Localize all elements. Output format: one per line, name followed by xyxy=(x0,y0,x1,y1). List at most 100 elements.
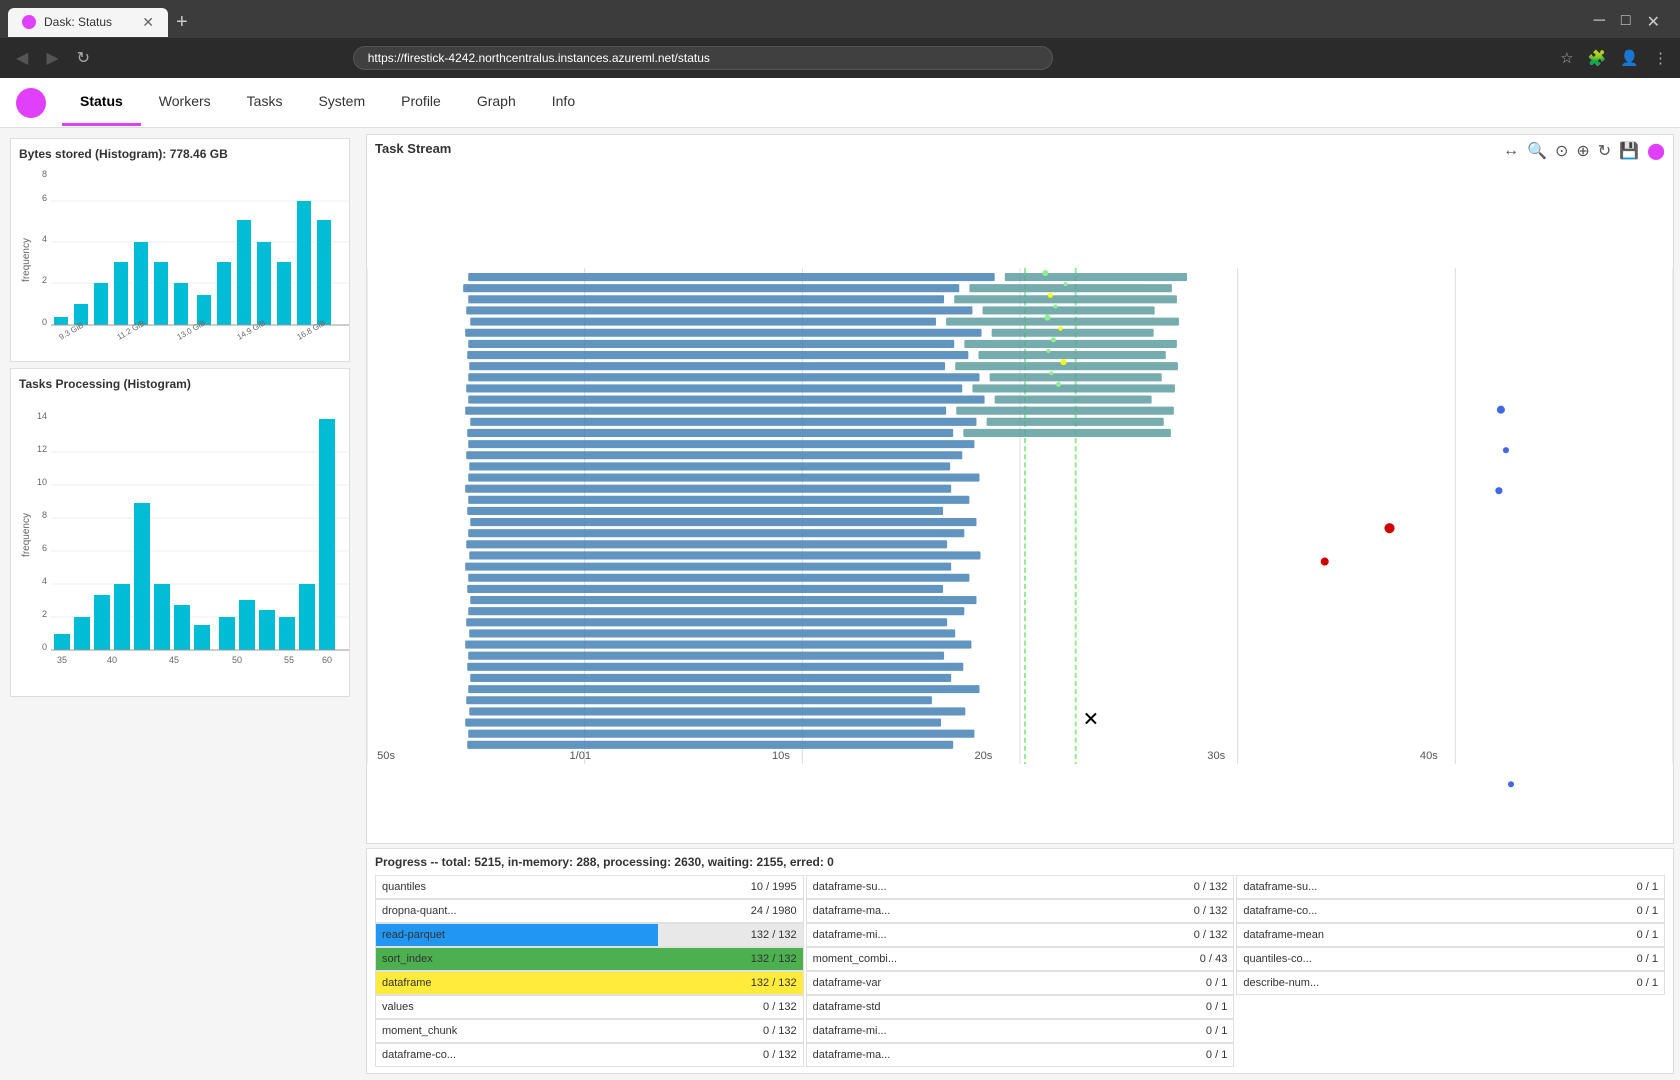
zoom-in-icon[interactable]: 🔍 xyxy=(1527,141,1547,161)
url-bar[interactable] xyxy=(353,46,1053,70)
progress-item: describe-num... 0 / 1 xyxy=(1236,971,1665,995)
left-panel: Bytes stored (Histogram): 778.46 GB freq… xyxy=(0,128,360,1080)
progress-item: dataframe 132 / 132 xyxy=(375,971,804,995)
nav-workers[interactable]: Workers xyxy=(141,79,229,126)
progress-item: dataframe-co... 0 / 132 xyxy=(375,1043,804,1067)
close-button[interactable]: ✕ xyxy=(1647,12,1660,32)
svg-text:4: 4 xyxy=(42,576,47,586)
progress-item: read-parquet 132 / 132 xyxy=(375,923,804,947)
svg-text:frequency: frequency xyxy=(21,513,32,557)
svg-text:30s: 30s xyxy=(1207,750,1225,762)
progress-item: dataframe-mean 0 / 1 xyxy=(1236,923,1665,947)
nav-system[interactable]: System xyxy=(300,79,383,126)
progress-col2: dataframe-su... 0 / 132 dataframe-ma... … xyxy=(806,875,1235,1067)
new-tab-button[interactable]: + xyxy=(176,12,188,32)
svg-text:35: 35 xyxy=(57,655,67,665)
refresh-button[interactable]: ↻ xyxy=(73,46,94,70)
tasks-histogram-title: Tasks Processing (Histogram) xyxy=(19,377,341,391)
maximize-button[interactable]: □ xyxy=(1621,12,1631,32)
svg-text:55: 55 xyxy=(284,655,294,665)
progress-item: moment_chunk 0 / 132 xyxy=(375,1019,804,1043)
svg-text:4: 4 xyxy=(42,234,47,244)
save-icon[interactable]: 💾 xyxy=(1619,141,1639,161)
minimize-button[interactable]: ─ xyxy=(1594,12,1605,32)
progress-item: sort_index 132 / 132 xyxy=(375,947,804,971)
nav-info[interactable]: Info xyxy=(534,79,593,126)
extensions-icon[interactable]: 🧩 xyxy=(1588,49,1607,67)
tab-bar: Dask: Status ✕ + ─ □ ✕ xyxy=(0,0,1680,38)
svg-text:10s: 10s xyxy=(772,750,790,762)
svg-text:0: 0 xyxy=(42,642,47,652)
right-panel: Task Stream ↔ 🔍 ⊙ ⊕ ↻ 💾 ⬤ xyxy=(360,128,1680,1080)
tasks-histogram-chart: frequency 0 2 4 6 8 10 12 14 xyxy=(19,395,359,685)
progress-grid: quantiles 10 / 1995 dropna-quant... 24 /… xyxy=(375,875,1665,1067)
forward-button[interactable]: ▶ xyxy=(42,46,62,70)
svg-text:45: 45 xyxy=(169,655,179,665)
svg-text:8: 8 xyxy=(42,510,47,520)
svg-text:50s: 50s xyxy=(377,750,395,762)
svg-text:2: 2 xyxy=(42,609,47,619)
star-icon[interactable]: ☆ xyxy=(1560,49,1573,67)
progress-col3: dataframe-su... 0 / 1 dataframe-co... 0 … xyxy=(1236,875,1665,1067)
task-stream-title: Task Stream xyxy=(367,135,1673,162)
tab-favicon xyxy=(22,15,36,29)
task-stream-container: Task Stream ↔ 🔍 ⊙ ⊕ ↻ 💾 ⬤ xyxy=(366,134,1674,844)
app-nav: Status Workers Tasks System Profile Grap… xyxy=(0,78,1680,128)
progress-item: dataframe-mi... 0 / 1 xyxy=(806,1019,1235,1043)
svg-text:10: 10 xyxy=(37,477,47,487)
nav-graph[interactable]: Graph xyxy=(459,79,534,126)
account-icon[interactable]: 👤 xyxy=(1620,49,1639,67)
task-stream-toolbar: ↔ 🔍 ⊙ ⊕ ↻ 💾 ⬤ xyxy=(1503,141,1665,161)
svg-text:40: 40 xyxy=(107,655,117,665)
svg-text:20s: 20s xyxy=(974,750,992,762)
svg-text:6: 6 xyxy=(42,193,47,203)
progress-item: quantiles-co... 0 / 1 xyxy=(1236,947,1665,971)
reset-icon[interactable]: ↔ xyxy=(1503,142,1519,160)
svg-text:2: 2 xyxy=(42,275,47,285)
svg-text:50: 50 xyxy=(232,655,242,665)
progress-section: Progress -- total: 5215, in-memory: 288,… xyxy=(366,848,1674,1074)
progress-item: dataframe-ma... 0 / 1 xyxy=(806,1043,1235,1067)
progress-item: dataframe-mi... 0 / 132 xyxy=(806,923,1235,947)
bytes-histogram-chart: frequency 0 2 4 6 8 xyxy=(19,165,359,350)
palette-icon[interactable]: ⬤ xyxy=(1647,141,1665,161)
bytes-histogram-title: Bytes stored (Histogram): 778.46 GB xyxy=(19,147,341,161)
tab-close-button[interactable]: ✕ xyxy=(142,14,154,31)
window-controls: ─ □ ✕ xyxy=(1594,12,1672,32)
nav-status[interactable]: Status xyxy=(62,79,141,126)
zoom-box-icon[interactable]: ⊕ xyxy=(1576,141,1589,161)
zoom-out-icon[interactable]: ⊙ xyxy=(1555,141,1568,161)
back-button[interactable]: ◀ xyxy=(12,46,32,70)
svg-text:8: 8 xyxy=(42,169,47,179)
progress-item: dataframe-co... 0 / 1 xyxy=(1236,899,1665,923)
refresh-icon[interactable]: ↻ xyxy=(1598,141,1611,161)
svg-text:40s: 40s xyxy=(1420,750,1438,762)
progress-item: moment_combi... 0 / 43 xyxy=(806,947,1235,971)
app-logo xyxy=(16,88,46,118)
active-tab[interactable]: Dask: Status ✕ xyxy=(8,8,168,37)
main-content: Bytes stored (Histogram): 778.46 GB freq… xyxy=(0,128,1680,1080)
progress-item: dataframe-su... 0 / 1 xyxy=(1236,875,1665,899)
nav-profile[interactable]: Profile xyxy=(383,79,459,126)
svg-text:6: 6 xyxy=(42,543,47,553)
menu-icon[interactable]: ⋮ xyxy=(1653,49,1668,67)
tab-title: Dask: Status xyxy=(44,15,112,29)
progress-item: values 0 / 132 xyxy=(375,995,804,1019)
tasks-histogram-box: Tasks Processing (Histogram) frequency 0… xyxy=(10,368,350,697)
progress-col1: quantiles 10 / 1995 dropna-quant... 24 /… xyxy=(375,875,804,1067)
svg-text:14: 14 xyxy=(37,411,47,421)
task-stream-svg: 50s 1/01 10s 20s 30s 40s xyxy=(367,162,1673,844)
svg-text:frequency: frequency xyxy=(21,238,32,282)
address-bar: ◀ ▶ ↻ ☆ 🧩 👤 ⋮ xyxy=(0,38,1680,78)
svg-text:1/01: 1/01 xyxy=(569,750,591,762)
svg-text:12: 12 xyxy=(37,444,47,454)
browser-toolbar: ☆ 🧩 👤 ⋮ xyxy=(1560,49,1668,67)
progress-item: dataframe-var 0 / 1 xyxy=(806,971,1235,995)
svg-text:0: 0 xyxy=(42,317,47,327)
progress-item: quantiles 10 / 1995 xyxy=(375,875,804,899)
svg-text:60: 60 xyxy=(322,655,332,665)
progress-item: dataframe-ma... 0 / 132 xyxy=(806,899,1235,923)
progress-item: dataframe-std 0 / 1 xyxy=(806,995,1235,1019)
nav-tasks[interactable]: Tasks xyxy=(229,79,301,126)
progress-item: dataframe-su... 0 / 132 xyxy=(806,875,1235,899)
